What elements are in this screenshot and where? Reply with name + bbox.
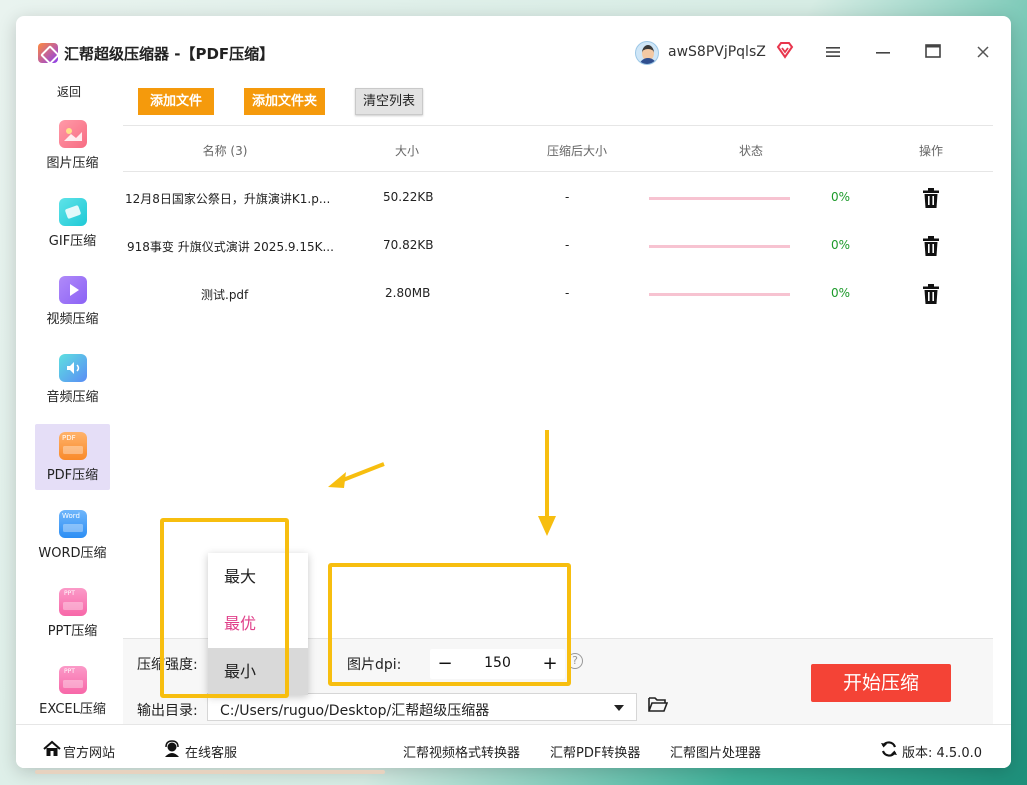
sidebar-item-video[interactable]: 视频压缩 bbox=[35, 268, 110, 334]
audio-compress-icon bbox=[59, 354, 87, 382]
excel-compress-icon: PPT bbox=[59, 666, 87, 694]
sidebar-item-image[interactable]: 图片压缩 bbox=[35, 112, 110, 178]
column-status: 状态 bbox=[738, 144, 763, 158]
clear-list-button[interactable]: 清空列表 bbox=[355, 88, 423, 115]
sidebar-item-gif[interactable]: GIF压缩 bbox=[35, 190, 110, 256]
file-toolbar: 添加文件 添加文件夹 清空列表 bbox=[123, 76, 993, 126]
add-file-button[interactable]: 添加文件 bbox=[138, 88, 214, 115]
sidebar-item-ppt[interactable]: PPT PPT压缩 bbox=[35, 580, 110, 646]
file-size: 70.82KB bbox=[383, 238, 434, 252]
file-name: 测试.pdf bbox=[201, 288, 249, 302]
table-row[interactable]: 918事变 升旗仪式演讲 2025.9.15K... 70.82KB - 0% bbox=[123, 222, 993, 270]
horizontal-scroll-hint bbox=[35, 770, 385, 774]
annotation-arrow-left-icon bbox=[328, 462, 385, 488]
image-processor-link[interactable]: 汇帮图片处理器 bbox=[670, 742, 761, 761]
output-dir-label: 输出目录: bbox=[137, 703, 198, 719]
maximize-icon[interactable] bbox=[918, 38, 948, 68]
file-name: 918事变 升旗仪式演讲 2025.9.15K... bbox=[127, 240, 334, 254]
word-compress-icon: Word bbox=[59, 510, 87, 538]
image-compress-icon bbox=[59, 120, 87, 148]
sidebar-item-excel[interactable]: PPT EXCEL压缩 bbox=[35, 658, 110, 724]
sidebar-item-label: GIF压缩 bbox=[48, 234, 97, 249]
file-table-header: 名称 (3) 大小 压缩后大小 状态 操作 bbox=[123, 128, 993, 172]
table-row[interactable]: 测试.pdf 2.80MB - 0% bbox=[123, 270, 993, 318]
column-size: 大小 bbox=[394, 144, 419, 158]
sidebar-item-audio[interactable]: 音频压缩 bbox=[35, 346, 110, 412]
table-row[interactable]: 12月8日国家公祭日，升旗演讲K1.p... 50.22KB - 0% bbox=[123, 174, 993, 222]
sidebar-item-label: 视频压缩 bbox=[46, 312, 99, 327]
sidebar-item-pdf[interactable]: PDF PDF压缩 bbox=[35, 424, 110, 490]
file-name: 12月8日国家公祭日，升旗演讲K1.p... bbox=[125, 192, 331, 206]
chevron-down-icon bbox=[614, 705, 624, 711]
trash-icon[interactable] bbox=[921, 235, 941, 257]
progress-bar bbox=[649, 293, 790, 296]
progress-bar bbox=[649, 245, 790, 248]
compressed-size: - bbox=[565, 238, 570, 252]
video-compress-icon bbox=[59, 276, 87, 304]
compressed-size: - bbox=[565, 286, 570, 300]
vip-diamond-icon[interactable] bbox=[776, 41, 794, 59]
file-size: 50.22KB bbox=[383, 190, 434, 204]
status-bar: 官方网站 在线客服 汇帮视频格式转换器 汇帮PDF转换器 汇帮图片处理器 版本:… bbox=[16, 724, 1011, 768]
sidebar-item-label: PDF压缩 bbox=[46, 468, 99, 483]
file-size: 2.80MB bbox=[385, 286, 431, 300]
column-action: 操作 bbox=[918, 144, 943, 158]
support-agent-icon bbox=[163, 740, 181, 758]
output-path: C:/Users/ruguo/Desktop/汇帮超级压缩器 bbox=[220, 703, 490, 719]
folder-open-icon[interactable] bbox=[648, 695, 669, 713]
sidebar: 返回 图片压缩 GIF压缩 视频压缩 音频压缩 PDF PDF压缩 Word W… bbox=[16, 76, 122, 726]
trash-icon[interactable] bbox=[921, 283, 941, 305]
sidebar-item-label: WORD压缩 bbox=[38, 546, 107, 561]
annotation-arrow-down-icon bbox=[538, 430, 556, 536]
sidebar-item-label: 图片压缩 bbox=[46, 156, 99, 171]
video-converter-link[interactable]: 汇帮视频格式转换器 bbox=[403, 742, 520, 761]
gif-compress-icon bbox=[59, 198, 87, 226]
user-avatar[interactable] bbox=[635, 41, 659, 65]
column-name: 名称 (3) bbox=[202, 144, 248, 158]
pdf-converter-link[interactable]: 汇帮PDF转换器 bbox=[550, 742, 640, 761]
ppt-compress-icon: PPT bbox=[59, 588, 87, 616]
online-support-link[interactable]: 在线客服 bbox=[185, 742, 237, 761]
progress-percent: 0% bbox=[831, 238, 851, 252]
column-compressed-size: 压缩后大小 bbox=[546, 144, 607, 158]
progress-bar bbox=[649, 197, 790, 200]
start-compress-button[interactable]: 开始压缩 bbox=[811, 664, 951, 702]
sidebar-item-word[interactable]: Word WORD压缩 bbox=[35, 502, 110, 568]
minimize-icon[interactable] bbox=[868, 38, 898, 68]
add-folder-button[interactable]: 添加文件夹 bbox=[244, 88, 325, 115]
username[interactable]: awS8PVjPqlsZ bbox=[668, 44, 766, 60]
progress-percent: 0% bbox=[831, 286, 851, 300]
annotation-box-dpi bbox=[328, 563, 571, 686]
back-button[interactable]: 返回 bbox=[16, 83, 122, 100]
window-title: 汇帮超级压缩器 -【PDF压缩】 bbox=[64, 45, 275, 63]
progress-percent: 0% bbox=[831, 190, 851, 204]
annotation-box-strength bbox=[160, 518, 289, 698]
close-icon[interactable] bbox=[968, 38, 998, 68]
pdf-compress-icon: PDF bbox=[59, 432, 87, 460]
home-icon bbox=[43, 740, 61, 758]
compressed-size: - bbox=[565, 190, 570, 204]
trash-icon[interactable] bbox=[921, 187, 941, 209]
sidebar-item-label: EXCEL压缩 bbox=[39, 702, 106, 717]
sidebar-item-label: 音频压缩 bbox=[46, 390, 99, 405]
refresh-icon[interactable] bbox=[880, 740, 898, 758]
sidebar-item-label: PPT压缩 bbox=[47, 624, 98, 639]
app-logo-icon bbox=[38, 43, 58, 63]
version-label: 版本: 4.5.0.0 bbox=[902, 746, 982, 761]
official-website-link[interactable]: 官方网站 bbox=[63, 742, 115, 761]
app-window: 汇帮超级压缩器 -【PDF压缩】 awS8PVjPqlsZ 返回 图片压缩 GI… bbox=[16, 16, 1011, 768]
menu-icon[interactable] bbox=[818, 38, 848, 68]
